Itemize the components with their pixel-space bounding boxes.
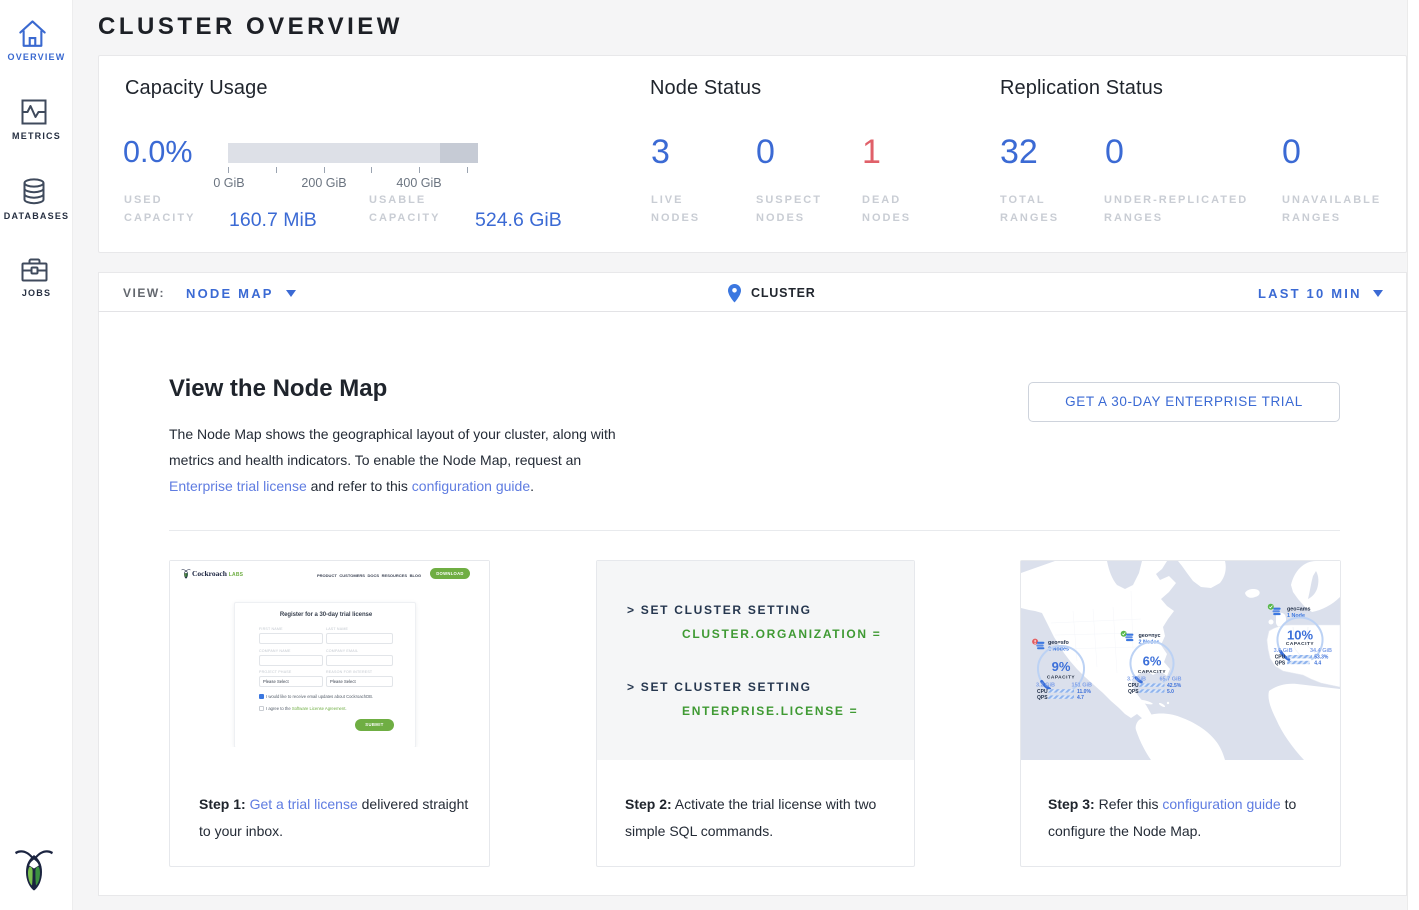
svg-text:3.2 GiB: 3.2 GiB (1036, 682, 1055, 688)
svg-text:QPS: QPS (1128, 689, 1139, 695)
svg-text:5.0: 5.0 (1167, 689, 1174, 695)
svg-text:11.0%: 11.0% (1077, 689, 1091, 695)
svg-text:geo=nyc: geo=nyc (1139, 633, 1161, 639)
svg-text:9%: 9% (1052, 659, 1071, 674)
svg-text:3.6 GiB: 3.6 GiB (1274, 648, 1293, 654)
svg-text:QPS: QPS (1037, 695, 1048, 701)
svg-text:geo=ams: geo=ams (1287, 607, 1311, 613)
svg-text:151 GiB: 151 GiB (1072, 682, 1093, 688)
svg-text:CAPACITY: CAPACITY (1286, 641, 1314, 647)
svg-text:CPU: CPU (1037, 689, 1048, 695)
svg-text:CAPACITY: CAPACITY (1047, 675, 1075, 681)
svg-text:4.4: 4.4 (1314, 660, 1321, 666)
svg-text:4.7: 4.7 (1077, 695, 1084, 701)
svg-text:10%: 10% (1287, 628, 1313, 643)
svg-text:QPS: QPS (1275, 660, 1286, 666)
svg-text:3.7 GiB: 3.7 GiB (1127, 676, 1146, 682)
svg-text:34.4 GiB: 34.4 GiB (1310, 648, 1332, 654)
svg-text:6%: 6% (1143, 654, 1162, 669)
svg-text:65.7 GiB: 65.7 GiB (1159, 676, 1181, 682)
svg-text:CAPACITY: CAPACITY (1138, 669, 1166, 675)
